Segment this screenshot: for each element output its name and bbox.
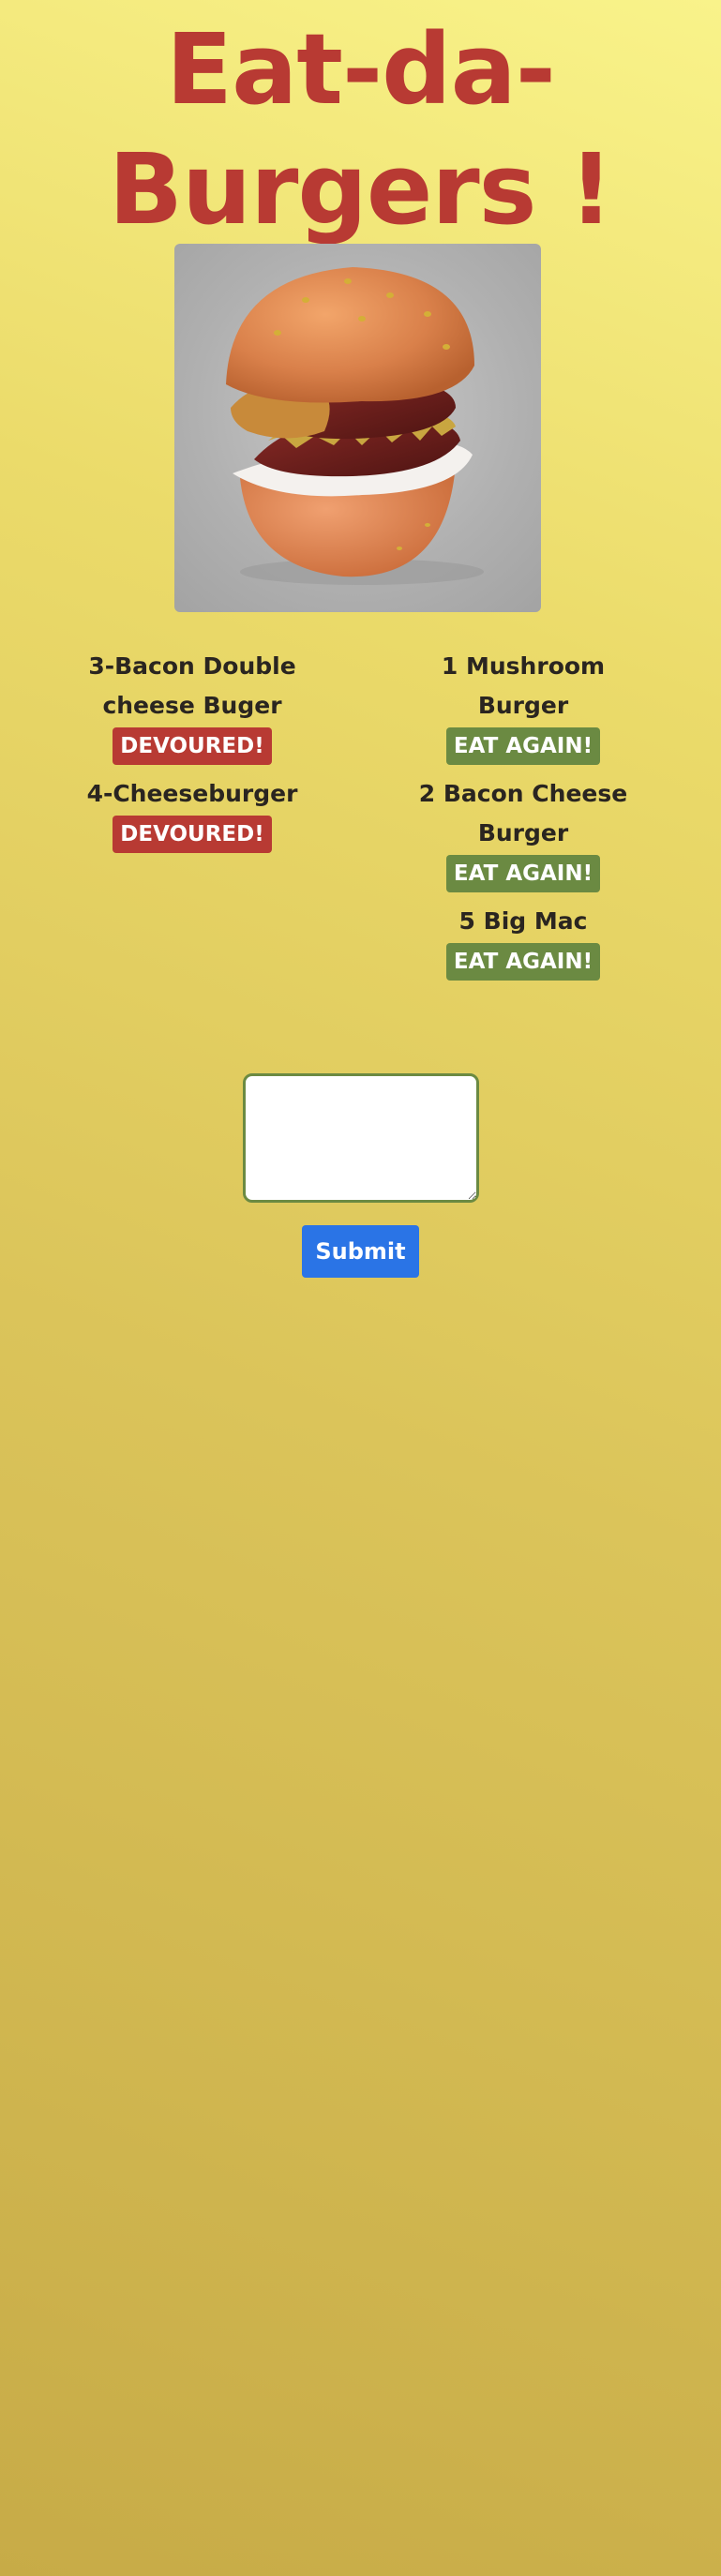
available-burger-item: 1 Mushroom Burger EAT AGAIN! — [383, 647, 664, 765]
burger-image — [174, 244, 541, 612]
available-burger-item: 2 Bacon Cheese Burger EAT AGAIN! — [383, 774, 664, 892]
burger-name: 3-Bacon Double cheese Buger — [88, 652, 296, 719]
devoured-burger-item: 4-Cheeseburger DEVOURED! — [52, 774, 333, 853]
devoured-button[interactable]: DEVOURED! — [113, 816, 272, 853]
eat-again-button[interactable]: EAT AGAIN! — [445, 943, 601, 981]
devoured-burger-item: 3-Bacon Double cheese Buger DEVOURED! — [52, 647, 333, 765]
burger-name: 4-Cheeseburger — [86, 780, 298, 807]
devoured-button[interactable]: DEVOURED! — [113, 727, 272, 765]
submit-button[interactable]: Submit — [302, 1225, 419, 1278]
add-burger-form: Submit — [0, 1073, 721, 1278]
burger-name: 1 Mushroom Burger — [441, 652, 606, 719]
available-burger-list: 1 Mushroom Burger EAT AGAIN! 2 Bacon Che… — [383, 647, 664, 990]
burger-name: 2 Bacon Cheese Burger — [418, 780, 628, 846]
burger-name: 5 Big Mac — [458, 907, 588, 935]
eat-again-button[interactable]: EAT AGAIN! — [445, 855, 601, 892]
burger-name-input[interactable] — [242, 1073, 479, 1203]
page-title: Eat-da-Burgers ! — [108, 12, 613, 247]
available-burger-item: 5 Big Mac EAT AGAIN! — [383, 902, 664, 981]
burger-illustration-icon — [226, 267, 484, 585]
eat-again-button[interactable]: EAT AGAIN! — [445, 727, 601, 765]
devoured-burger-list: 3-Bacon Double cheese Buger DEVOURED! 4-… — [52, 647, 333, 862]
